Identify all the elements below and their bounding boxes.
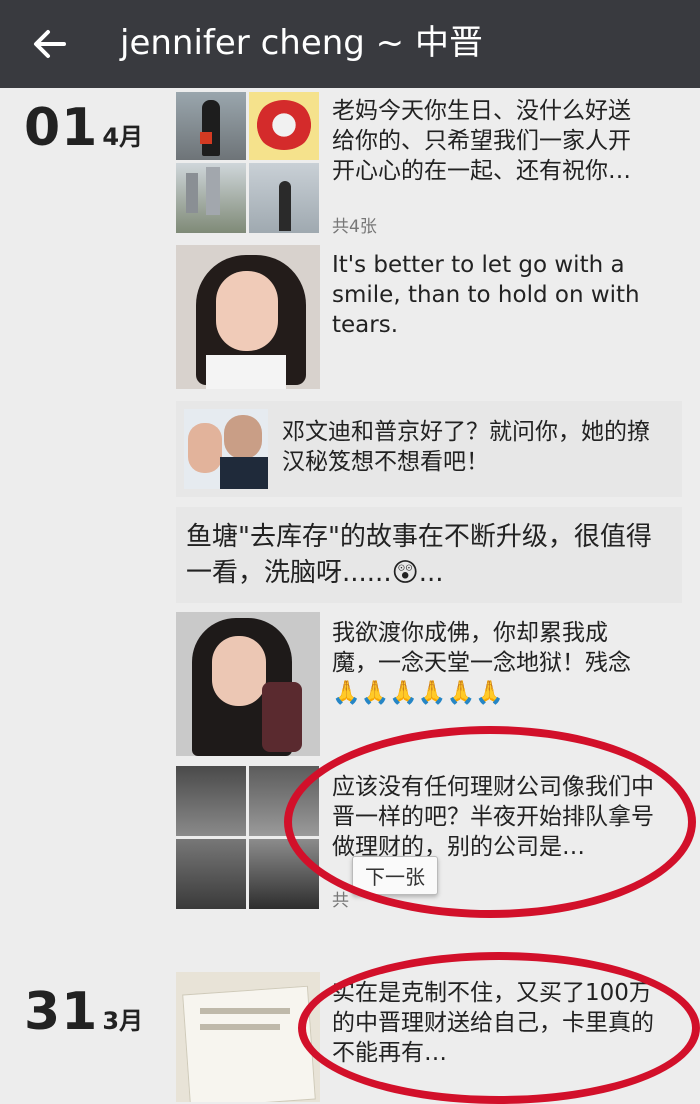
shared-article-card[interactable]: 邓文迪和普京好了？就问你，她的撩汉秘笈想不想看吧！ [176,401,682,497]
post-text: 老妈今天你生日、没什么好送给你的、只希望我们一家人开开心心的在一起、还有祝你… [332,98,631,184]
next-photo-tooltip: 下一张 [352,856,438,895]
photo-thumbnail [249,163,319,233]
photo-thumbnail [249,766,319,836]
photo-thumbnail [176,766,246,836]
date-label: 31 3月 [24,982,143,1042]
date-month: 4月 [102,123,144,151]
photo-thumbnail [176,839,246,909]
post-text: 应该没有任何理财公司像我们中晋一样的吧？半夜开始排队拿号做理财的，别的公司是… [332,774,654,860]
photo-count: 共 [332,891,349,911]
back-button[interactable] [28,22,72,66]
article-thumbnail [184,409,268,489]
photo-thumbnail [176,92,246,160]
date-label: 01 4月 [24,98,143,158]
photo-thumbnail [176,612,320,756]
back-arrow-icon [34,30,66,58]
post-text: 我欲渡你成佛，你却累我成魔，一念天堂一念地狱！残念🙏🙏🙏🙏🙏🙏 [332,620,631,706]
photo-count: 共4张 [332,217,377,237]
date-month: 3月 [102,1007,144,1035]
photo-thumbnail [176,972,320,1102]
post-text: 鱼塘"去库存"的故事在不断升级，很值得一看，洗脑呀......😲... [186,522,652,588]
post-text: It's better to let go with a smile, than… [332,252,640,338]
photo-thumbnail [249,92,319,160]
photo-thumbnail [249,839,319,909]
date-day: 01 [24,98,99,158]
photo-thumbnail [176,245,320,389]
title-bar: jennifer cheng ~ 中晋 [0,0,700,88]
post-text: 实在是克制不住，又买了100万的中晋理财送给自己，卡里真的不能再有… [332,980,654,1066]
page-title: jennifer cheng ~ 中晋 [120,23,483,63]
post-text-only[interactable]: 鱼塘"去库存"的故事在不断升级，很值得一看，洗脑呀......😲... [176,507,682,603]
date-day: 31 [24,982,99,1042]
photo-thumbnail [176,163,246,233]
article-title: 邓文迪和普京好了？就问你，她的撩汉秘笈想不想看吧！ [282,419,650,475]
